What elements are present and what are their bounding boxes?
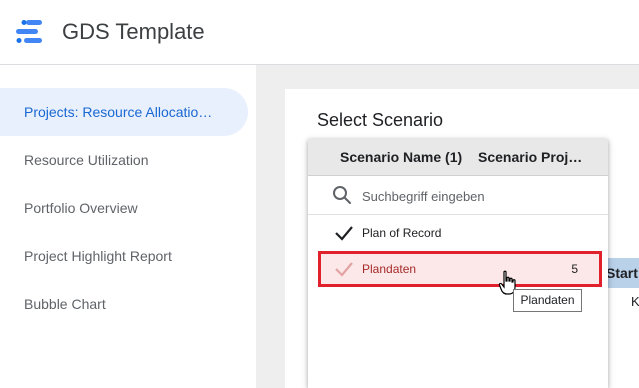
data-studio-logo-icon — [16, 20, 42, 43]
option-label: Plandaten — [362, 262, 417, 276]
sidebar: Projects: Resource Allocatio… Resource U… — [0, 65, 256, 388]
sidebar-item-project-highlight-report[interactable]: Project Highlight Report — [0, 232, 248, 280]
tooltip: Plandaten — [513, 289, 582, 312]
scenario-dropdown: Scenario Name (1) Scenario Proje… Plan o… — [308, 139, 608, 388]
select-scenario-title: Select Scenario — [317, 110, 444, 130]
option-count: 5 — [571, 262, 578, 276]
table-cell: K — [631, 294, 639, 309]
checkmark-icon — [335, 262, 353, 277]
sidebar-item-bubble-chart[interactable]: Bubble Chart — [0, 280, 248, 328]
search-icon — [333, 186, 351, 204]
option-label: Plan of Record — [362, 226, 442, 240]
top-bar: GDS Template — [0, 0, 639, 65]
dropdown-search — [308, 176, 608, 215]
checkmark-icon — [335, 226, 353, 241]
column-header-scenario-project[interactable]: Scenario Proje… — [478, 139, 590, 175]
sidebar-item-resource-utilization[interactable]: Resource Utilization — [0, 136, 248, 184]
search-input[interactable] — [360, 184, 594, 208]
dropdown-header: Scenario Name (1) Scenario Proje… — [308, 139, 608, 176]
option-plan-of-record[interactable]: Plan of Record — [308, 215, 608, 251]
sidebar-item-projects-resource-allocation[interactable]: Projects: Resource Allocatio… — [0, 88, 248, 136]
app-title: GDS Template — [62, 19, 205, 44]
sidebar-item-portfolio-overview[interactable]: Portfolio Overview — [0, 184, 248, 232]
column-header-scenario-name[interactable]: Scenario Name (1) — [340, 139, 470, 175]
option-plandaten[interactable]: Plandaten 5 — [318, 251, 602, 287]
